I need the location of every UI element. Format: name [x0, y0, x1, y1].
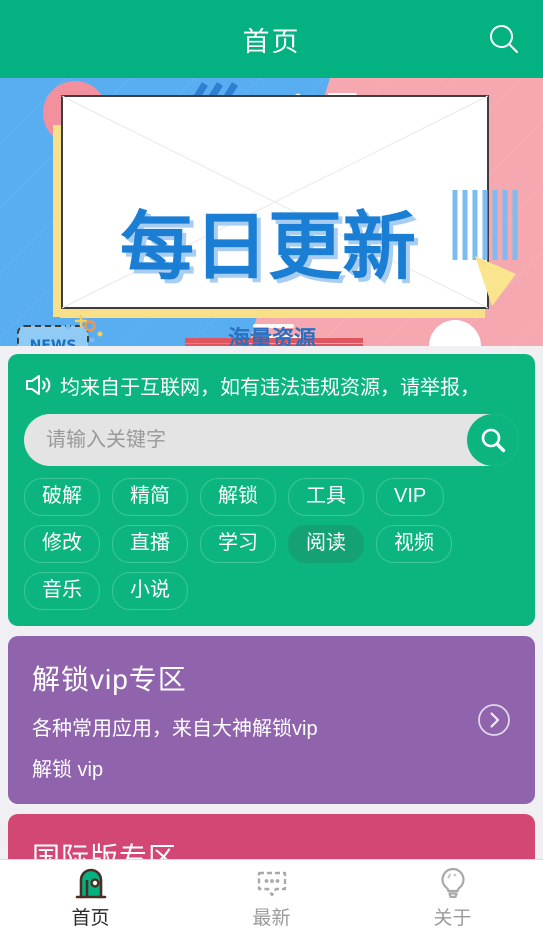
tag-chip[interactable]: 小说: [112, 572, 188, 610]
search-panel: 均来自于互联网，如有违法违规资源，请举报， 破解精简解锁工具 VIP 修改直播学习阅…: [8, 354, 535, 626]
tag-chip[interactable]: 直播: [112, 525, 188, 563]
notice-bar[interactable]: 均来自于互联网，如有违法违规资源，请举报，: [24, 368, 519, 402]
chat-bubble-icon: [255, 865, 289, 901]
tab-about[interactable]: 关于: [362, 860, 543, 935]
promo-banner[interactable]: 每日更新 每日更新 海量资源 NEWS: [0, 78, 543, 346]
tag-chip[interactable]: 工具: [288, 478, 364, 516]
tag-chip[interactable]: 阅读: [288, 525, 364, 563]
page-title: 首页: [242, 26, 301, 57]
tag-chip[interactable]: 修改: [24, 525, 100, 563]
category-card-description: 各种常用应用，来自大神解锁vip: [32, 718, 318, 740]
tag-chip-list: 破解 精简 解锁 工具 VIP 修改 直播 学习 阅读 视频音乐 小说: [24, 478, 519, 610]
content-scroll-area[interactable]: 均来自于互联网，如有违法违规资源，请举报， 破解精简解锁工具 VIP 修改直播学习阅…: [0, 346, 543, 935]
chevron-right-icon[interactable]: [477, 703, 511, 737]
tag-chip[interactable]: 视频: [376, 525, 452, 563]
tag-chip[interactable]: 学习: [200, 525, 276, 563]
tag-chip[interactable]: 解锁: [200, 478, 276, 516]
banner-subtitle: 海量资源: [228, 326, 316, 346]
app-root: 首页 每日更新 每日更新 海量资源 NEWS 均来自于互联网，如有违法违规资源，…: [0, 0, 543, 935]
tab-latest[interactable]: 最新: [181, 860, 362, 935]
banner-title: 每日更新: [120, 204, 416, 290]
home-door-icon: [74, 865, 108, 901]
tab-latest-label: 最新: [252, 908, 291, 929]
lightbulb-icon: [436, 865, 470, 901]
search-icon[interactable]: [481, 16, 527, 62]
search-submit-button[interactable]: [467, 414, 519, 466]
category-card-tag: 解锁 vip: [32, 759, 104, 781]
tag-chip[interactable]: 精简: [112, 478, 188, 516]
notice-text: 均来自于互联网，如有违法违规资源，请举报，: [60, 376, 480, 399]
search-input[interactable]: [24, 414, 519, 466]
tab-home-label: 首页: [71, 908, 110, 929]
tag-chip[interactable]: 音乐: [24, 572, 100, 610]
bottom-tabbar: 首页 最新 关于: [0, 859, 543, 935]
tag-chip[interactable]: VIP: [376, 478, 445, 516]
tab-about-label: 关于: [433, 908, 472, 929]
search-bar: [24, 414, 519, 466]
tab-home[interactable]: 首页: [0, 860, 181, 935]
speaker-icon: [24, 372, 58, 398]
tag-chip[interactable]: 破解: [24, 478, 100, 516]
app-header: 首页: [0, 0, 543, 78]
banner-news-badge: NEWS: [30, 338, 77, 346]
category-card-title: 解锁vip专区: [32, 664, 187, 695]
category-card[interactable]: 解锁vip专区各种常用应用，来自大神解锁vip 解锁 vip: [8, 636, 535, 804]
